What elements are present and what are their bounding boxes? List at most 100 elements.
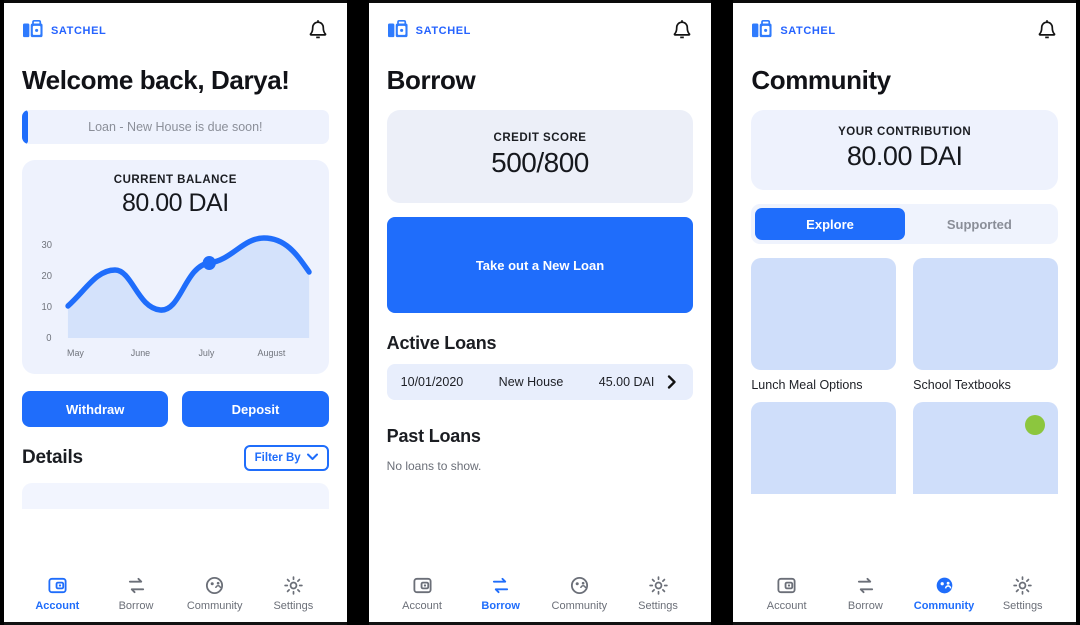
filter-by-label: Filter By: [254, 452, 301, 464]
topbar: SATCHEL: [751, 3, 1058, 53]
nav-item-settings[interactable]: Settings: [254, 575, 333, 612]
alert-accent-bar: [22, 110, 28, 144]
community-card-thumbnail[interactable]: [751, 258, 897, 370]
table-row[interactable]: 10/01/2020 New House 45.00 DAI: [386, 364, 694, 400]
nav-item-account[interactable]: Account: [18, 575, 97, 612]
tab-supported[interactable]: Supported: [905, 208, 1054, 240]
bottom-nav: Account Borrow Community Settings: [747, 569, 1063, 622]
chart-ytick: 20: [42, 271, 53, 282]
bell-icon[interactable]: [671, 19, 693, 43]
balance-chart-svg: 30 20 10 0 May June July August: [42, 235, 312, 358]
nav-label: Account: [35, 600, 80, 612]
gear-icon: [1012, 575, 1033, 596]
topbar: SATCHEL: [22, 3, 329, 53]
active-loans-title: Active Loans: [386, 333, 497, 353]
brand-name: SATCHEL: [51, 25, 107, 37]
right-edge: [1076, 0, 1080, 625]
nav-item-community[interactable]: Community: [540, 575, 619, 612]
segmented-control: Explore Supported: [751, 204, 1059, 244]
filter-by-button[interactable]: Filter By: [243, 445, 329, 471]
panel-divider-2: [711, 0, 734, 625]
loan-amount: 45.00 DAI: [598, 375, 655, 389]
chevron-down-icon: [306, 452, 318, 464]
page-title: Welcome back, Darya!: [22, 65, 290, 95]
credit-score-label: CREDIT SCORE: [493, 132, 587, 144]
bottom-nav: Account Borrow Community Settings: [382, 569, 698, 622]
wallet-icon: [412, 575, 433, 596]
brand-name: SATCHEL: [780, 25, 836, 37]
phone-screen-borrow: SATCHEL Borrow CREDIT SCORE 500/800 Take…: [368, 0, 712, 625]
take-out-loan-button[interactable]: Take out a New Loan: [386, 217, 694, 313]
briefcase-icon: [22, 19, 44, 44]
nav-label: Borrow: [847, 600, 883, 612]
page-title: Community: [751, 65, 891, 95]
chart-xtick: July: [198, 348, 214, 358]
alert-text: Loan - New House is due soon!: [88, 120, 263, 134]
globe-people-icon: [934, 575, 955, 596]
community-card-grid: Lunch Meal Options School Textbooks: [751, 258, 1059, 494]
list-item: Lunch Meal Options: [751, 258, 897, 392]
alert-banner[interactable]: Loan - New House is due soon!: [22, 110, 329, 144]
community-card-label: School Textbooks: [913, 378, 1011, 392]
community-card-thumbnail[interactable]: [913, 258, 1059, 370]
phone-screen-community: SATCHEL Community YOUR CONTRIBUTION 80.0…: [733, 0, 1077, 625]
briefcase-icon: [751, 19, 773, 44]
swap-arrows-icon: [855, 575, 876, 596]
swap-arrows-icon: [490, 575, 511, 596]
bottom-nav: Account Borrow Community Settings: [18, 569, 333, 622]
community-card-thumbnail[interactable]: [913, 402, 1059, 494]
wallet-icon: [47, 575, 68, 596]
bell-icon[interactable]: [307, 19, 329, 43]
chart-xtick: May: [67, 348, 84, 358]
community-card-label: Lunch Meal Options: [751, 378, 863, 392]
community-card-thumbnail[interactable]: [751, 402, 897, 494]
nav-item-borrow[interactable]: Borrow: [97, 575, 176, 612]
wallet-icon: [776, 575, 797, 596]
nav-label: Borrow: [118, 600, 154, 612]
credit-score-value: 500/800: [491, 147, 589, 178]
past-loans-title: Past Loans: [386, 426, 481, 446]
brand: SATCHEL: [22, 19, 106, 44]
nav-item-borrow[interactable]: Borrow: [461, 575, 540, 612]
nav-item-settings[interactable]: Settings: [619, 575, 698, 612]
bell-icon[interactable]: [1036, 19, 1058, 43]
loan-name: New House: [498, 375, 564, 389]
chart-data-point-marker[interactable]: [202, 256, 216, 270]
tab-explore[interactable]: Explore: [755, 208, 905, 240]
chart-xtick: June: [131, 348, 150, 358]
nav-item-account[interactable]: Account: [383, 575, 462, 612]
past-loans-empty-text: No loans to show.: [386, 459, 482, 473]
nav-item-borrow[interactable]: Borrow: [826, 575, 905, 612]
nav-item-community[interactable]: Community: [175, 575, 254, 612]
list-item: [751, 402, 897, 494]
chart-ytick: 30: [42, 240, 53, 251]
nav-label: Community: [913, 600, 975, 612]
globe-people-icon: [569, 575, 590, 596]
nav-label: Settings: [1002, 600, 1043, 612]
balance-card: CURRENT BALANCE 80.00 DAI 30 20 10 0 May…: [22, 160, 329, 374]
withdraw-button[interactable]: Withdraw: [22, 391, 169, 427]
nav-item-community[interactable]: Community: [905, 575, 984, 612]
nav-label: Borrow: [481, 600, 520, 612]
loan-date: 10/01/2020: [400, 375, 464, 389]
chart-ytick: 0: [46, 333, 52, 344]
details-title: Details: [22, 447, 83, 468]
contribution-label: YOUR CONTRIBUTION: [838, 126, 972, 138]
nav-item-account[interactable]: Account: [747, 575, 826, 612]
briefcase-icon: [387, 19, 409, 44]
brand: SATCHEL: [751, 19, 835, 44]
details-header: Details Filter By: [22, 445, 329, 471]
brand-name: SATCHEL: [415, 25, 471, 37]
status-badge: [1025, 415, 1046, 435]
balance-label: CURRENT BALANCE: [113, 174, 237, 186]
nav-item-settings[interactable]: Settings: [983, 575, 1062, 612]
list-item: School Textbooks: [913, 258, 1059, 392]
gear-icon: [283, 575, 304, 596]
topbar: SATCHEL: [387, 3, 694, 53]
deposit-button[interactable]: Deposit: [182, 391, 329, 427]
balance-value: 80.00 DAI: [121, 189, 229, 217]
chevron-right-icon[interactable]: [665, 375, 679, 389]
brand: SATCHEL: [387, 19, 471, 44]
chart-xtick: August: [258, 348, 286, 358]
globe-people-icon: [204, 575, 225, 596]
